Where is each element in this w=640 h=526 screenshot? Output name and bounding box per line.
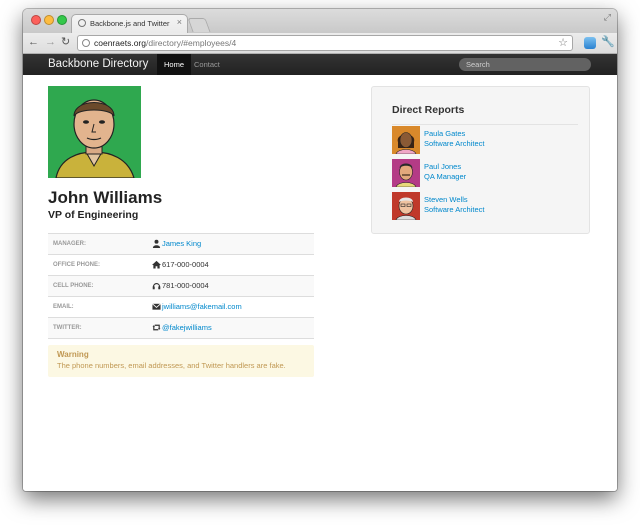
divider: [392, 124, 578, 125]
table-row: EMAIL: jwilliams@fakemail.com: [48, 297, 314, 318]
table-row: TWITTER: @fakejwilliams: [48, 318, 314, 339]
close-window-button[interactable]: [31, 15, 41, 25]
employee-name: John Williams: [48, 188, 163, 207]
warning-title: Warning: [57, 350, 89, 359]
report-avatar: [392, 126, 420, 154]
list-item[interactable]: Paul Jones QA Manager: [392, 159, 578, 187]
report-name[interactable]: Paul Jones: [424, 162, 461, 172]
retweet-icon: [152, 324, 161, 331]
twitter-label: TWITTER:: [53, 325, 82, 331]
tab-title: Backbone.js and Twitter Boo: [90, 19, 172, 28]
bookmark-star-icon[interactable]: ☆: [558, 36, 568, 50]
envelope-icon: [152, 303, 161, 310]
forward-arrow-icon[interactable]: →: [45, 35, 56, 49]
list-item[interactable]: Steven Wells Software Architect: [392, 192, 578, 220]
nav-contact[interactable]: Contact: [194, 54, 220, 75]
employee-photo: [48, 86, 141, 178]
email-label: EMAIL:: [53, 304, 74, 310]
reload-icon[interactable]: ↻: [61, 35, 70, 49]
minimize-window-button[interactable]: [44, 15, 54, 25]
browser-tab[interactable]: Backbone.js and Twitter Boo ×: [71, 14, 188, 34]
headphones-icon: [152, 283, 161, 290]
cell-phone-value: 781-000-0004: [162, 281, 209, 290]
details-table: MANAGER: James King OFFICE PHONE: 617-00…: [48, 233, 314, 339]
report-name[interactable]: Paula Gates: [424, 129, 465, 139]
url-text[interactable]: coenraets.org/directory/#employees/4: [94, 36, 236, 50]
fullscreen-icon[interactable]: ⤢: [604, 12, 611, 23]
manager-label: MANAGER:: [53, 241, 86, 247]
report-name[interactable]: Steven Wells: [424, 195, 468, 205]
main-content: John Williams VP of Engineering MANAGER:…: [23, 75, 617, 491]
brand-link[interactable]: Backbone Directory: [48, 56, 148, 72]
nav-home[interactable]: Home: [157, 54, 192, 75]
tab-bar: Backbone.js and Twitter Boo × ⤢: [23, 9, 617, 34]
warning-alert: Warning The phone numbers, email address…: [48, 345, 314, 377]
report-avatar: [392, 159, 420, 187]
extension-icon[interactable]: [584, 37, 596, 49]
office-phone-value: 617-000-0004: [162, 260, 209, 269]
url-path: /directory/#employees/4: [145, 38, 237, 48]
direct-reports-panel: Direct Reports Paula Gates Software Arch…: [371, 86, 590, 234]
table-row: OFFICE PHONE: 617-000-0004: [48, 255, 314, 276]
globe-icon: [78, 19, 86, 27]
browser-toolbar: ← → ↻ coenraets.org/directory/#employees…: [23, 33, 617, 54]
table-row: CELL PHONE: 781-000-0004: [48, 276, 314, 297]
employee-title: VP of Engineering: [48, 209, 139, 221]
close-tab-icon[interactable]: ×: [177, 17, 182, 27]
report-title[interactable]: Software Architect: [424, 139, 484, 149]
office-phone-label: OFFICE PHONE:: [53, 262, 101, 268]
search-input[interactable]: Search: [459, 58, 591, 71]
app-navbar: Backbone Directory Home Contact Search: [23, 54, 617, 75]
email-link[interactable]: jwilliams@fakemail.com: [162, 297, 242, 317]
report-title[interactable]: Software Architect: [424, 205, 484, 215]
cell-phone-label: CELL PHONE:: [53, 283, 94, 289]
report-avatar: [392, 192, 420, 220]
user-icon: [152, 239, 161, 248]
new-tab-button[interactable]: [187, 18, 211, 32]
home-icon: [152, 260, 161, 269]
list-item[interactable]: Paula Gates Software Architect: [392, 126, 578, 154]
direct-reports-title: Direct Reports: [392, 104, 465, 116]
manager-link[interactable]: James King: [162, 234, 201, 254]
twitter-link[interactable]: @fakejwilliams: [162, 318, 212, 338]
maximize-window-button[interactable]: [57, 15, 67, 25]
back-arrow-icon[interactable]: ←: [28, 35, 39, 49]
warning-text: The phone numbers, email addresses, and …: [57, 361, 286, 370]
url-host: coenraets.org: [94, 38, 146, 48]
report-title[interactable]: QA Manager: [424, 172, 466, 182]
wrench-icon[interactable]: 🔧: [601, 35, 615, 48]
browser-window: Backbone.js and Twitter Boo × ⤢ ← → ↻ co…: [23, 9, 617, 491]
address-bar[interactable]: coenraets.org/directory/#employees/4 ☆: [77, 35, 573, 51]
table-row: MANAGER: James King: [48, 234, 314, 255]
page-icon: [82, 39, 90, 47]
